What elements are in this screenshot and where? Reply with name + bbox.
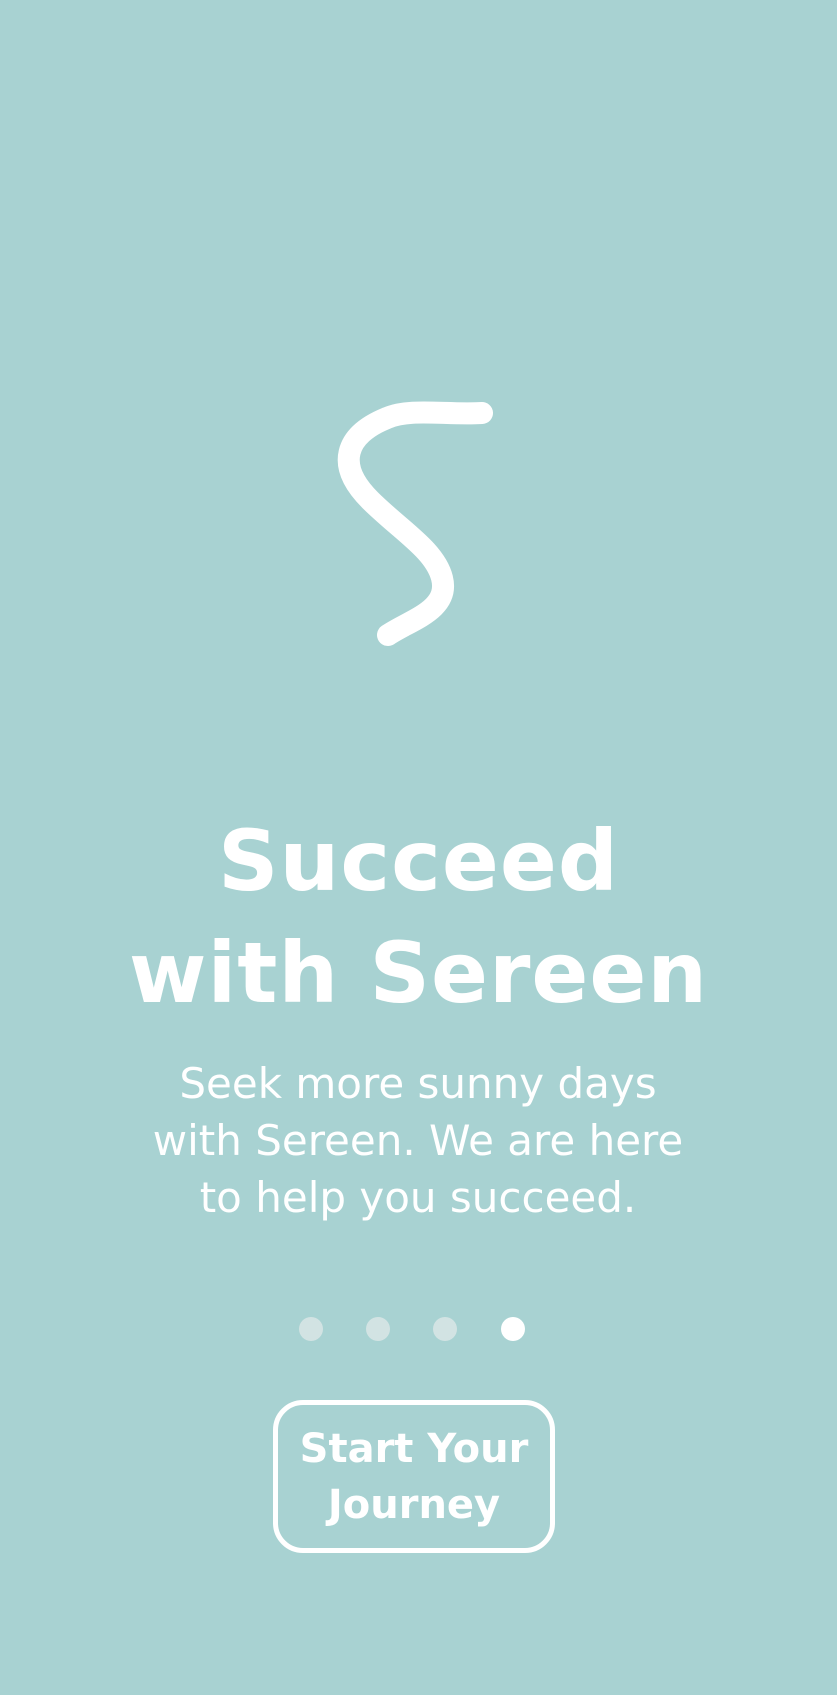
onboarding-screen: Succeed with Sereen Seek more sunny days… [0,0,837,1695]
start-journey-label-line-2: Journey [327,1481,501,1528]
page-dot-2[interactable] [366,1317,390,1341]
page-indicator [287,1317,550,1343]
sereen-logo-icon [337,401,493,646]
onboarding-title: Succeed with Sereen [0,805,837,1029]
page-dot-1[interactable] [299,1317,323,1341]
description-line-1: Seek more sunny days [179,1059,657,1108]
onboarding-description: Seek more sunny days with Sereen. We are… [118,1055,718,1226]
description-line-2: with Sereen. We are here [152,1116,684,1165]
title-line-1: Succeed [218,812,619,910]
start-journey-button[interactable]: Start Your Journey [273,1400,555,1553]
description-line-3: to help you succeed. [199,1173,637,1222]
start-journey-label-line-1: Start Your [299,1425,529,1472]
page-dot-4[interactable] [501,1317,525,1341]
page-dot-3[interactable] [433,1317,457,1341]
title-line-2: with Sereen [128,924,709,1022]
